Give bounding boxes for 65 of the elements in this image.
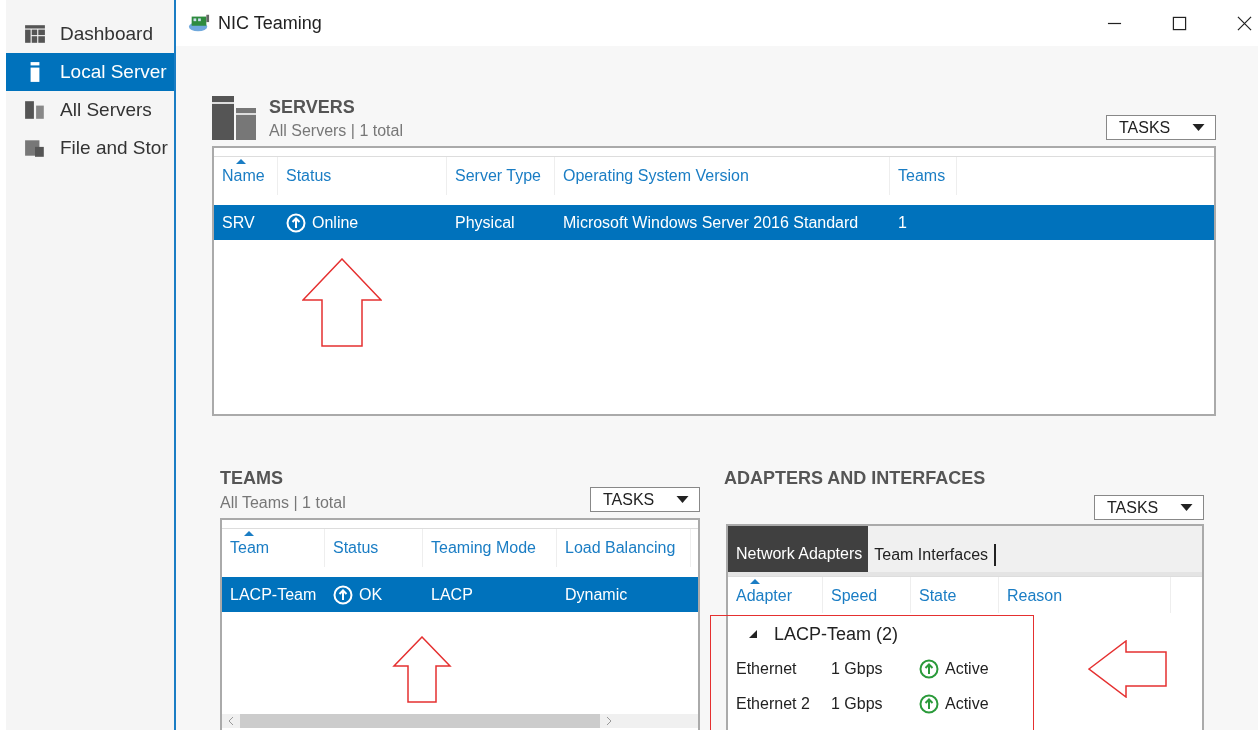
caret-icon [1192,124,1205,131]
table-row[interactable]: LACP-Team OK LACP Dynamic [222,577,698,612]
sidebar-item[interactable]: Dashboard [6,15,174,53]
expand-icon [748,629,758,639]
table-cell: Ethernet 2 [736,694,810,713]
section-subtitle: All Servers | 1 total [269,122,403,140]
caret-icon [1180,504,1193,511]
table-cell: OK [359,585,383,604]
tasks-button[interactable]: TASKS [1094,495,1204,520]
column-header[interactable]: Speed [823,577,911,613]
arrow-annotation [392,636,452,704]
table-cell: LACP [431,585,473,604]
table-cell: LACP-Team [230,585,317,604]
column-header[interactable]: Team [222,529,325,567]
table-cell: SRV [222,213,255,232]
column-header[interactable]: State [911,577,999,613]
column-header[interactable]: Status [278,157,447,195]
tab[interactable]: Team Interfaces [868,544,997,566]
sort-icon [236,159,246,164]
network-card-icon [188,13,210,33]
tab[interactable]: Network Adapters [728,526,869,572]
table-cell: 1 Gbps [831,659,883,678]
servers-icon [24,99,46,121]
sidebar-item[interactable]: Local Server [6,53,174,91]
sort-icon [750,579,760,584]
column-header[interactable]: Reason [999,577,1171,613]
close-icon[interactable] [1237,15,1252,31]
folder-icon [24,137,46,159]
column-header[interactable]: Server Type [447,157,555,195]
status-up-icon [919,658,939,679]
status-up-icon [286,212,306,233]
table-cell: Active [945,659,989,678]
column-header[interactable]: Teaming Mode [423,529,557,567]
section-title: SERVERS [269,97,356,118]
column-header[interactable]: Status [325,529,423,567]
section-title: ADAPTERS AND INTERFACES [724,468,987,489]
table-cell: 1 Gbps [831,694,883,713]
grid-icon [24,23,46,45]
window-title: NIC Teaming [218,12,322,34]
table-cell: 1 [898,213,907,232]
column-header[interactable]: Adapter [728,577,823,613]
maximize-icon[interactable] [1172,15,1187,31]
table-cell: Ethernet [736,659,797,678]
table-cell: Online [312,213,359,232]
group-row[interactable]: LACP-Team (2) [728,617,1202,651]
caret-icon [676,496,689,503]
tasks-button[interactable]: TASKS [1106,115,1216,140]
section-subtitle: All Teams | 1 total [220,494,346,512]
status-up-icon [919,693,939,714]
servers-icon [212,96,256,140]
column-header[interactable]: Load Balancing [557,529,691,567]
status-up-icon [333,584,353,605]
table-row[interactable]: SRV Online Physical Microsoft Windows Server 2016 Standard 1 [214,205,1214,240]
sort-icon [244,531,254,536]
column-header[interactable]: Teams [890,157,957,195]
section-title: TEAMS [220,468,284,489]
sidebar-item[interactable]: All Servers [6,91,174,129]
column-header[interactable]: Name [214,157,278,195]
table-cell: Dynamic [565,585,628,604]
table-cell: Microsoft Windows Server 2016 Standard [563,213,859,232]
table-cell: Active [945,694,989,713]
column-header[interactable]: Operating System Version [555,157,890,195]
sidebar-item[interactable]: File and Stor [6,129,174,167]
tasks-button[interactable]: TASKS [590,487,700,512]
table-cell: Physical [455,213,515,232]
